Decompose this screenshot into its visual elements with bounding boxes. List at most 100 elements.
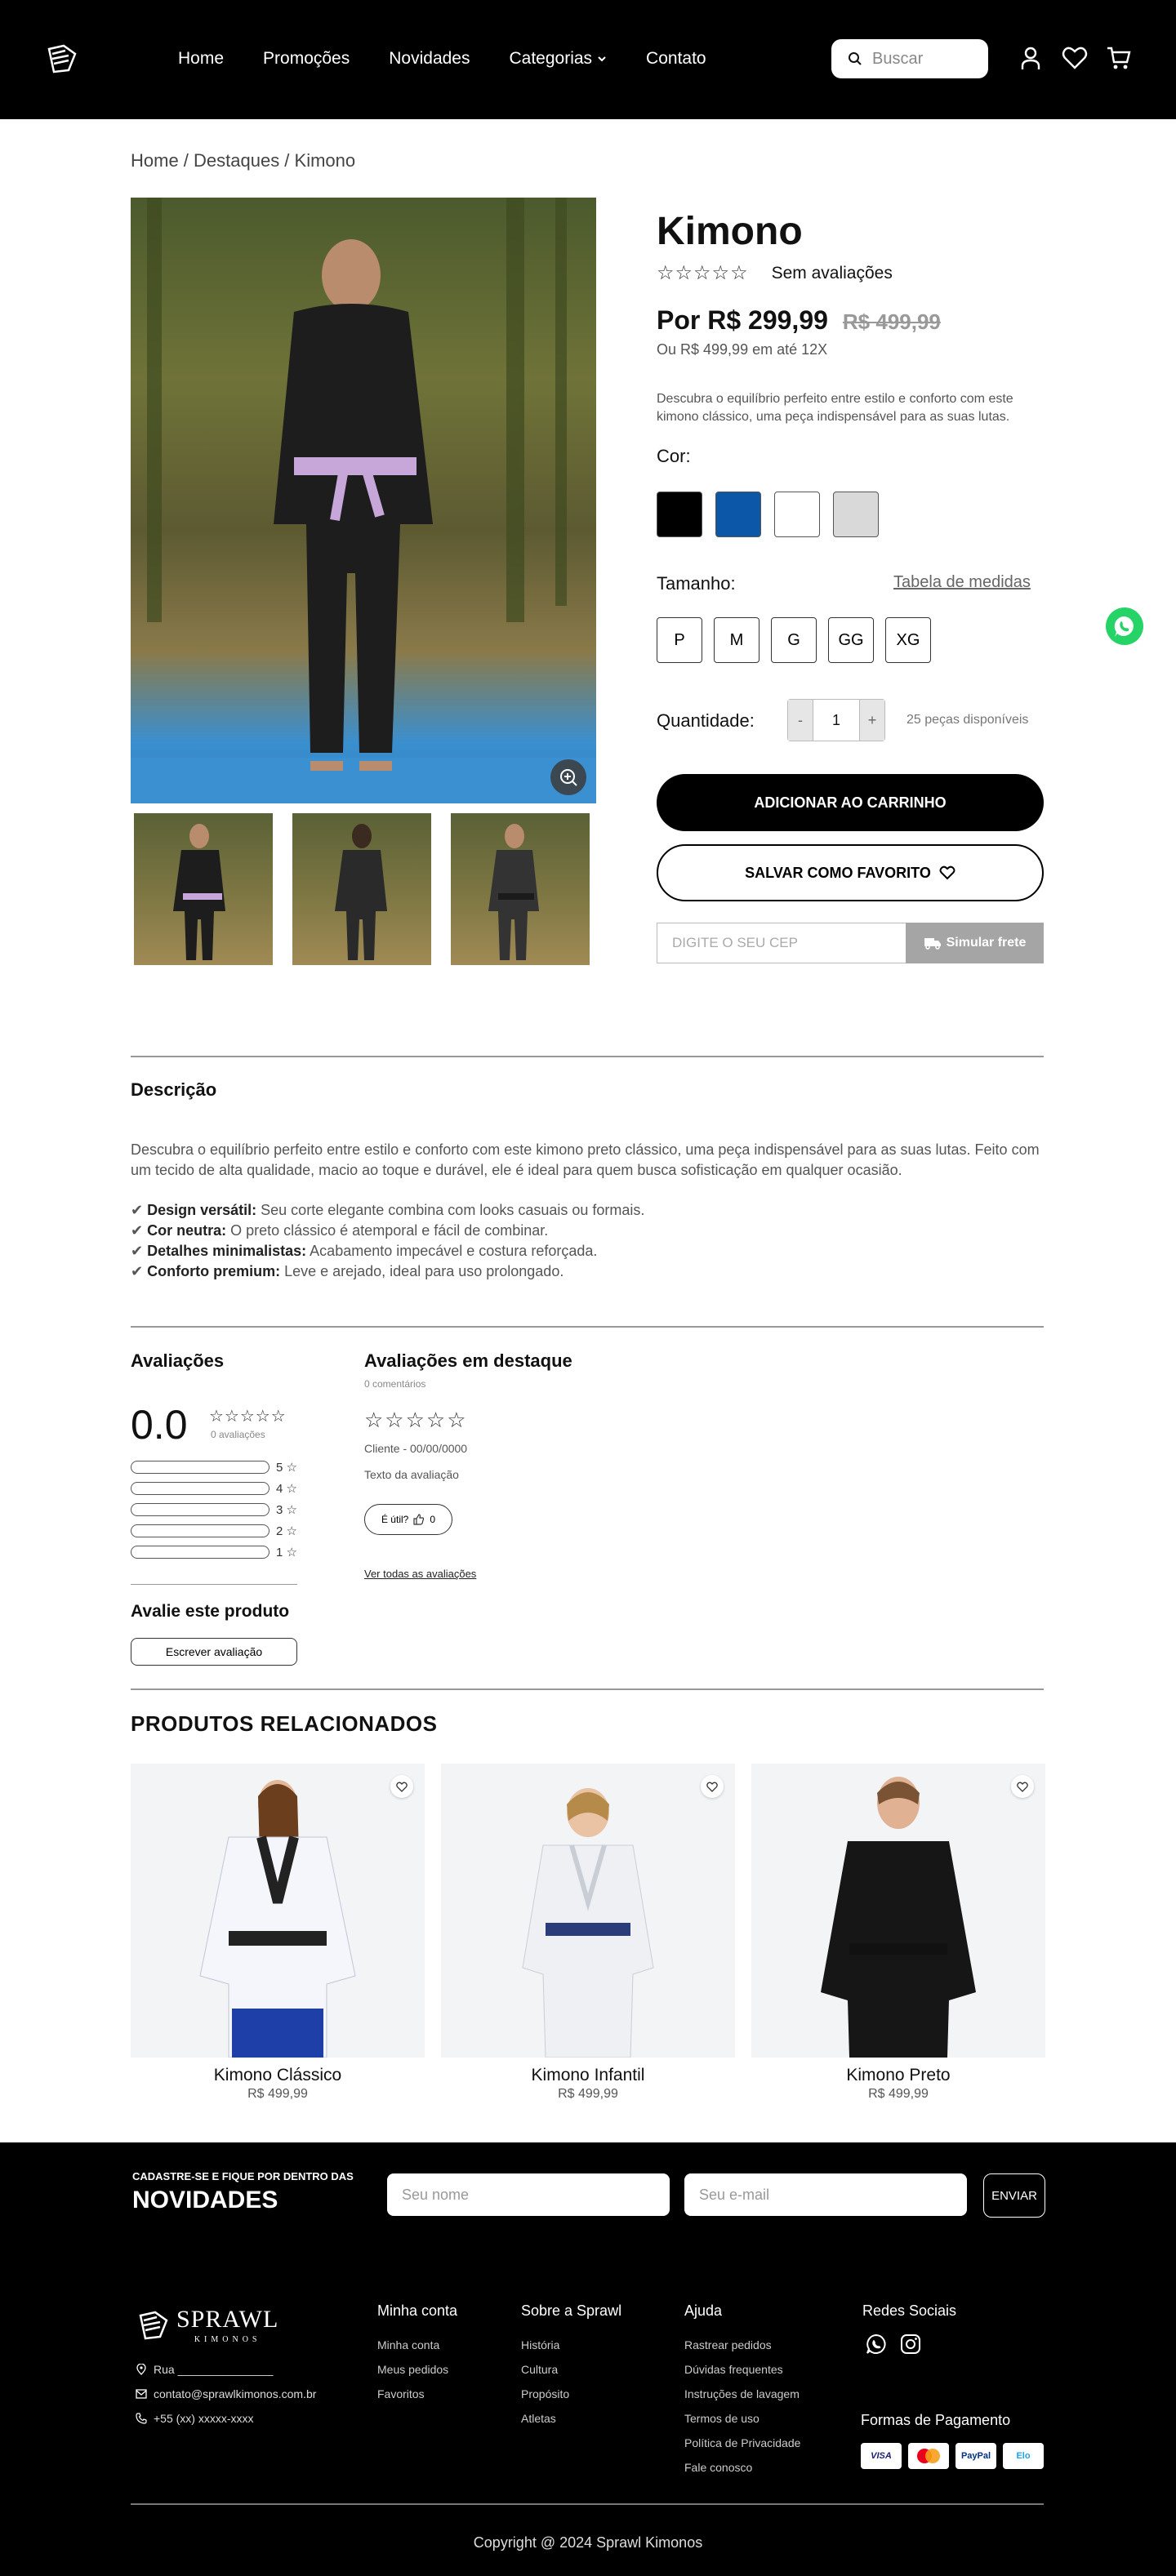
rate-product-title: Avalie este produto	[131, 1602, 290, 1621]
swatch-white[interactable]	[774, 492, 820, 537]
feature-item: ✔ Design versátil: Seu corte elegante co…	[131, 1202, 645, 1218]
thumbnail-2[interactable]	[292, 813, 431, 965]
zoom-button[interactable]	[550, 759, 586, 795]
qty-increase-button[interactable]: +	[860, 700, 884, 741]
nav-promocoes[interactable]: Promoções	[263, 49, 350, 69]
heart-outline-icon	[939, 865, 956, 880]
qty-decrease-button[interactable]: -	[788, 700, 813, 741]
footer-link[interactable]: Minha conta	[377, 2333, 457, 2357]
footer-link[interactable]: Termos de uso	[684, 2406, 800, 2431]
footer-link[interactable]: Política de Privacidade	[684, 2431, 800, 2455]
footer-col-about: Sobre a Sprawl História Cultura Propósit…	[521, 2302, 621, 2431]
footer-col-title: Minha conta	[377, 2302, 458, 2319]
feature-text: Seu corte elegante combina com looks cas…	[256, 1202, 645, 1218]
cart-icon[interactable]	[1106, 44, 1132, 72]
thumbnail-3[interactable]	[451, 813, 590, 965]
thumbnail-1[interactable]	[134, 813, 273, 965]
search-icon[interactable]	[848, 51, 862, 66]
size-g[interactable]: G	[771, 617, 817, 663]
footer-brand[interactable]: SPRAWL KIMONOS	[137, 2306, 278, 2344]
footer-email[interactable]: contato@sprawlkimonos.com.br	[136, 2387, 316, 2400]
whatsapp-float-button[interactable]	[1106, 607, 1143, 645]
cep-input[interactable]	[657, 923, 906, 963]
simulate-shipping-button[interactable]: Simular frete	[906, 923, 1044, 963]
footer-link[interactable]: Cultura	[521, 2357, 621, 2382]
header-icons	[1018, 44, 1132, 72]
footer-col-title: Ajuda	[684, 2302, 723, 2319]
size-m[interactable]: M	[714, 617, 760, 663]
footer-link[interactable]: Meus pedidos	[377, 2357, 457, 2382]
footer-link[interactable]: Rastrear pedidos	[684, 2333, 800, 2357]
feature-item: ✔ Cor neutra: O preto clássico é atempor…	[131, 1222, 549, 1239]
footer-col-account: Minha conta Minha conta Meus pedidos Fav…	[377, 2302, 457, 2406]
heart-icon[interactable]	[1062, 44, 1088, 72]
user-icon[interactable]	[1018, 44, 1044, 72]
newsletter-send-button[interactable]: ENVIAR	[983, 2173, 1045, 2218]
size-p[interactable]: P	[657, 617, 702, 663]
product-card[interactable]: Kimono Preto R$ 499,99	[751, 1764, 1045, 2102]
product-title: Kimono	[657, 210, 803, 253]
footer-link[interactable]: Fale conosco	[684, 2455, 800, 2480]
size-gg[interactable]: GG	[828, 617, 874, 663]
product-card-price: R$ 499,99	[868, 2087, 929, 2101]
review-stars: ☆☆☆☆☆	[364, 1408, 468, 1432]
size-xg[interactable]: XG	[885, 617, 931, 663]
nav-home[interactable]: Home	[178, 49, 224, 69]
product-rating[interactable]: ☆☆☆☆☆ Sem avaliações	[657, 261, 893, 285]
instagram-icon[interactable]	[900, 2334, 921, 2355]
product-card[interactable]: Kimono Infantil R$ 499,99	[441, 1764, 735, 2102]
useful-button[interactable]: É útil? 0	[364, 1504, 452, 1535]
footer-link[interactable]: Instruções de lavagem	[684, 2382, 800, 2406]
simulate-shipping-label: Simular frete	[946, 936, 1027, 950]
feature-label: Conforto premium:	[147, 1263, 281, 1279]
qty-value[interactable]: 1	[813, 700, 860, 741]
visa-icon: VISA	[861, 2443, 902, 2469]
size-table-link[interactable]: Tabela de medidas	[893, 573, 1031, 592]
add-to-cart-button[interactable]: ADICIONAR AO CARRINHO	[657, 774, 1044, 831]
rating-bar-row: 1 ☆	[131, 1545, 297, 1559]
product-card-image[interactable]	[131, 1764, 425, 2058]
product-card-image[interactable]	[751, 1764, 1045, 2058]
short-description: Descubra o equilíbrio perfeito entre est…	[657, 392, 1013, 424]
payment-title: Formas de Pagamento	[861, 2412, 1011, 2428]
nav-novidades[interactable]: Novidades	[389, 49, 470, 69]
product-card-name[interactable]: Kimono Infantil	[441, 2066, 735, 2085]
logo-icon[interactable]	[46, 42, 78, 75]
paypal-icon: PayPal	[956, 2443, 996, 2469]
newsletter-title: NOVIDADES	[132, 2187, 278, 2213]
product-card[interactable]: Kimono Clássico R$ 499,99	[131, 1764, 425, 2102]
favorite-heart-icon[interactable]	[701, 1775, 724, 1798]
average-stars: ☆☆☆☆☆	[209, 1408, 287, 1426]
favorite-heart-icon[interactable]	[1011, 1775, 1034, 1798]
rating-distribution: 5 ☆ 4 ☆ 3 ☆ 2 ☆ 1 ☆	[131, 1460, 297, 1559]
product-main-image[interactable]	[131, 198, 596, 803]
save-favorite-label: SALVAR COMO FAVORITO	[745, 864, 931, 881]
swatch-blue[interactable]	[715, 492, 761, 537]
footer-link[interactable]: História	[521, 2333, 621, 2357]
see-all-reviews-link[interactable]: Ver todas as avaliações	[364, 1568, 476, 1580]
newsletter-name-input[interactable]	[387, 2173, 670, 2216]
product-card-image[interactable]	[441, 1764, 735, 2058]
size-label: Tamanho:	[657, 573, 736, 594]
thumbs-up-icon	[413, 1514, 425, 1525]
footer-col-title: Redes Sociais	[862, 2302, 957, 2319]
footer-phone[interactable]: +55 (xx) xxxxx-xxxx	[136, 2412, 254, 2425]
athlete-illustration	[131, 198, 596, 803]
footer-link[interactable]: Favoritos	[377, 2382, 457, 2406]
search-input[interactable]	[872, 49, 978, 69]
product-card-name[interactable]: Kimono Preto	[751, 2066, 1045, 2085]
footer-link[interactable]: Atletas	[521, 2406, 621, 2431]
nav-contato[interactable]: Contato	[646, 49, 706, 69]
favorite-heart-icon[interactable]	[390, 1775, 413, 1798]
footer-link[interactable]: Propósito	[521, 2382, 621, 2406]
nav-categorias[interactable]: Categorias	[509, 49, 607, 69]
product-card-name[interactable]: Kimono Clássico	[131, 2066, 425, 2085]
save-favorite-button[interactable]: SALVAR COMO FAVORITO	[657, 844, 1044, 901]
whatsapp-icon[interactable]	[866, 2334, 887, 2355]
write-review-button[interactable]: Escrever avaliação	[131, 1638, 297, 1666]
swatch-gray[interactable]	[833, 492, 879, 537]
swatch-black[interactable]	[657, 492, 702, 537]
footer-link[interactable]: Dúvidas frequentes	[684, 2357, 800, 2382]
breadcrumb[interactable]: Home / Destaques / Kimono	[131, 150, 355, 171]
newsletter-email-input[interactable]	[684, 2173, 967, 2216]
